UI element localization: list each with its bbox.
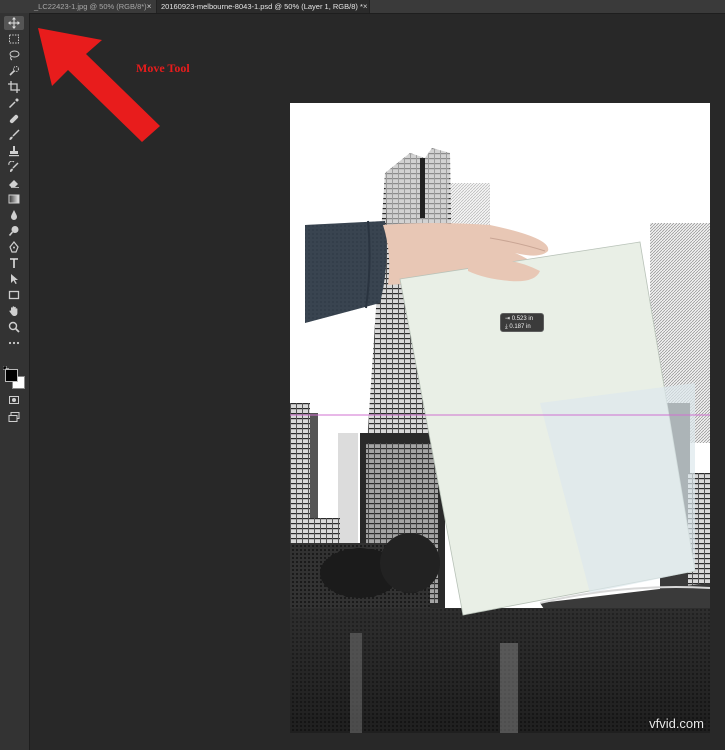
brush-icon — [9, 129, 20, 140]
quick-mask-icon — [9, 396, 19, 404]
quick-selection-icon — [9, 66, 19, 76]
move-icon — [8, 17, 20, 29]
move-tool[interactable] — [4, 16, 24, 30]
eyedropper-tool[interactable] — [4, 96, 24, 110]
quick-selection-tool[interactable] — [4, 64, 24, 78]
document-tab-bar: _LC22423-1.jpg @ 50% (RGB/8*) × 20160923… — [0, 0, 725, 14]
crop-icon — [8, 81, 20, 93]
eyedropper-icon — [8, 98, 19, 109]
rectangle-tool[interactable] — [4, 288, 24, 302]
drop-icon — [11, 210, 17, 220]
melbourne-composite-image — [290, 103, 710, 733]
tab-close-icon[interactable]: × — [363, 2, 373, 11]
default-colors-icon[interactable] — [2, 359, 9, 372]
marquee-tool[interactable] — [4, 32, 24, 46]
type-icon — [10, 258, 18, 268]
marquee-icon — [9, 34, 19, 44]
tab-melbourne-psd[interactable]: 20160923-melbourne-8043-1.psd @ 50% (Lay… — [156, 0, 370, 13]
lasso-icon — [9, 50, 20, 61]
quick-mask-tool[interactable] — [4, 393, 24, 407]
move-offset-readout: ⇥ 0.523 in ⤓ 0.187 in — [500, 313, 544, 332]
pen-tool[interactable] — [4, 240, 24, 254]
tab-close-icon[interactable]: × — [147, 2, 157, 11]
ellipsis-icon — [8, 341, 20, 345]
more-tools[interactable] — [4, 336, 24, 350]
tab-label: 20160923-melbourne-8043-1.psd @ 50% (Lay… — [161, 2, 363, 11]
history-brush-icon — [8, 161, 19, 172]
arrow-select-icon — [11, 274, 18, 284]
pen-icon — [9, 241, 19, 253]
clone-stamp-tool[interactable] — [4, 144, 24, 158]
healing-brush-tool[interactable] — [4, 112, 24, 126]
width-offset-value: 0.523 in — [511, 316, 534, 322]
move-tool-annotation-label: Move Tool — [136, 61, 190, 75]
width-offset-icon: ⇥ — [505, 316, 512, 322]
type-tool[interactable] — [4, 256, 24, 270]
eraser-tool[interactable] — [4, 176, 24, 190]
watermark: vfvid.com — [649, 716, 704, 731]
bandage-icon — [9, 114, 19, 124]
screen-mode-icon — [8, 412, 20, 422]
stamp-icon — [9, 146, 19, 157]
gradient-tool[interactable] — [4, 192, 24, 206]
crop-tool[interactable] — [4, 80, 24, 94]
dodge-tool[interactable] — [4, 224, 24, 238]
height-offset-value: 0.187 in — [509, 324, 531, 330]
zoom-icon — [8, 321, 20, 333]
history-brush-tool[interactable] — [4, 160, 24, 174]
zoom-tool[interactable] — [4, 320, 24, 334]
tab-lc22423-jpg[interactable]: _LC22423-1.jpg @ 50% (RGB/8*) × — [30, 0, 154, 13]
document-canvas[interactable]: vfvid.com — [290, 103, 710, 733]
red-arrow-annotation — [38, 28, 160, 142]
eraser-icon — [9, 180, 19, 188]
tab-label: _LC22423-1.jpg @ 50% (RGB/8*) — [34, 2, 147, 11]
brush-tool[interactable] — [4, 128, 24, 142]
rectangle-icon — [8, 290, 20, 300]
blur-tool[interactable] — [4, 208, 24, 222]
gradient-icon — [8, 194, 20, 204]
path-selection-tool[interactable] — [4, 272, 24, 286]
tools-panel — [0, 13, 30, 750]
screen-mode-tool[interactable] — [4, 410, 24, 424]
hand-tool[interactable] — [4, 304, 24, 318]
hand-icon — [9, 306, 18, 316]
foreground-color-swatch[interactable] — [5, 369, 18, 382]
dodge-icon — [8, 226, 19, 237]
lasso-tool[interactable] — [4, 48, 24, 62]
